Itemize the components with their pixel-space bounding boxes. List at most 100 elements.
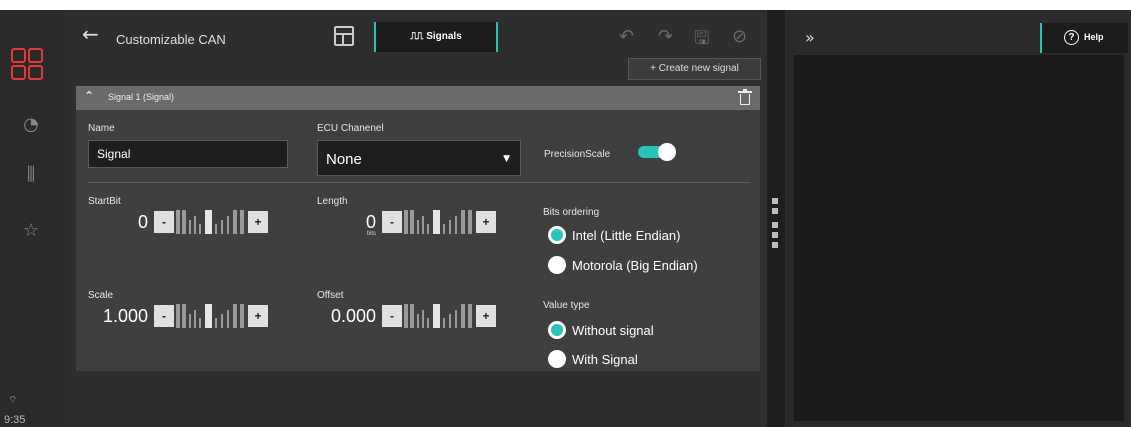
app-logo-icon[interactable] <box>11 48 45 82</box>
slider-tick <box>410 210 414 234</box>
slider-tick <box>194 216 196 234</box>
signal-wave-icon: ⎍⎍ <box>410 31 423 42</box>
clock-time: 9:35 <box>4 414 26 426</box>
offset-label: Offset <box>317 290 344 301</box>
help-content-area <box>794 55 1124 421</box>
slider-tick <box>182 210 186 234</box>
splitter-handle[interactable] <box>772 222 778 228</box>
slider-tick <box>455 216 457 234</box>
radio-label: Intel (Little Endian) <box>572 228 681 243</box>
scale-increment-button[interactable]: + <box>248 305 268 327</box>
main-panel: ← Customizable CAN ⎍⎍ Signals ↶ ↷ 🖫 ⊘ + C… <box>64 10 767 427</box>
toolbar: ← Customizable CAN ⎍⎍ Signals ↶ ↷ 🖫 ⊘ <box>64 10 767 62</box>
splitter-handle[interactable] <box>772 232 778 238</box>
offset-increment-button[interactable]: + <box>476 305 496 327</box>
name-field[interactable] <box>88 140 288 168</box>
slider-tick <box>227 216 229 234</box>
offset-slider[interactable] <box>404 304 474 328</box>
back-arrow-icon[interactable]: ← <box>82 22 99 46</box>
slider-tick <box>182 304 186 328</box>
precision-scale-label: PrecisionScale <box>544 149 611 160</box>
slider-tick <box>433 210 440 234</box>
create-new-signal-button[interactable]: + Create new signal <box>628 58 761 80</box>
scale-slider[interactable] <box>176 304 246 328</box>
slider-tick <box>205 210 212 234</box>
length-slider[interactable] <box>404 210 474 234</box>
scale-value: 1.000 <box>102 306 148 326</box>
scale-label: Scale <box>88 290 114 301</box>
help-button[interactable]: ? Help <box>1040 23 1128 53</box>
signal-card: ⌃ Signal 1 (Signal) Name ECU Chanenel No… <box>76 86 760 371</box>
length-value: 0 <box>365 212 376 232</box>
scale-decrement-button[interactable]: - <box>154 305 174 327</box>
divider <box>88 182 750 183</box>
slider-tick <box>417 314 419 328</box>
slider-tick <box>443 224 445 234</box>
table-view-icon[interactable] <box>334 26 354 46</box>
signal-card-header[interactable]: ⌃ Signal 1 (Signal) <box>76 86 760 110</box>
slider-tick <box>404 304 408 328</box>
slider-tick <box>455 310 457 328</box>
offset-decrement-button[interactable]: - <box>382 305 402 327</box>
undo-icon[interactable]: ↶ <box>619 26 634 47</box>
slider-tick <box>443 318 445 328</box>
expand-double-chevron-icon[interactable]: » <box>805 28 815 47</box>
slider-tick <box>433 304 440 328</box>
name-label: Name <box>88 123 115 134</box>
splitter-handle[interactable] <box>772 208 778 214</box>
dashboard-gauge-icon[interactable]: ◔ <box>20 114 42 136</box>
slider-tick <box>417 220 419 234</box>
slider-tick <box>194 310 196 328</box>
length-label: Length <box>317 196 348 207</box>
slider-tick <box>215 224 217 234</box>
slider-tick <box>427 318 429 328</box>
value-type-label: Value type <box>543 300 590 311</box>
slider-tick <box>449 220 451 234</box>
slider-tick <box>176 304 180 328</box>
slider-tick <box>461 304 465 328</box>
wifi-icon: ⌔ <box>8 395 18 406</box>
startbit-increment-button[interactable]: + <box>248 211 268 233</box>
slider-tick <box>422 310 424 328</box>
startbit-value: 0 <box>137 212 148 232</box>
slider-tick <box>404 210 408 234</box>
slider-tick <box>468 210 472 234</box>
slider-tick <box>176 210 180 234</box>
slider-tick <box>468 304 472 328</box>
ecu-channel-select[interactable]: None ▼ <box>317 140 521 176</box>
ecu-channel-value: None <box>326 151 362 168</box>
length-increment-button[interactable]: + <box>476 211 496 233</box>
precision-scale-toggle[interactable] <box>638 143 676 161</box>
slider-tick <box>461 210 465 234</box>
slider-tick <box>422 216 424 234</box>
radio-label: With Signal <box>572 352 638 367</box>
splitter-handle[interactable] <box>772 198 778 204</box>
left-nav-rail: ◔ ⫼ ☆ ⌔ 9:35 <box>0 10 64 427</box>
tab-signals-label: Signals <box>426 31 462 42</box>
panel-splitter[interactable] <box>767 10 785 427</box>
help-label: Help <box>1084 32 1104 42</box>
startbit-decrement-button[interactable]: - <box>154 211 174 233</box>
delete-trash-icon[interactable] <box>738 89 752 106</box>
length-unit: bits <box>366 231 376 237</box>
radio-label: Without signal <box>572 323 654 338</box>
bars-icon[interactable]: ⫼ <box>20 164 42 186</box>
slider-tick <box>221 314 223 328</box>
redo-icon[interactable]: ↷ <box>658 26 673 47</box>
length-decrement-button[interactable]: - <box>382 211 402 233</box>
save-icon[interactable]: 🖫 <box>694 26 709 56</box>
favorites-star-icon[interactable]: ☆ <box>20 220 42 242</box>
startbit-slider[interactable] <box>176 210 246 234</box>
help-question-icon: ? <box>1064 30 1079 45</box>
splitter-handle[interactable] <box>772 242 778 248</box>
help-side-panel: » ? Help <box>785 10 1131 427</box>
slider-tick <box>227 310 229 328</box>
signal-card-title: Signal 1 (Signal) <box>108 92 175 102</box>
slider-tick <box>449 314 451 328</box>
slider-tick <box>410 304 414 328</box>
tab-signals[interactable]: ⎍⎍ Signals <box>374 22 498 52</box>
slider-tick <box>240 210 244 234</box>
slider-tick <box>427 224 429 234</box>
cancel-icon[interactable]: ⊘ <box>732 26 747 47</box>
collapse-chevron-icon[interactable]: ⌃ <box>84 89 94 103</box>
